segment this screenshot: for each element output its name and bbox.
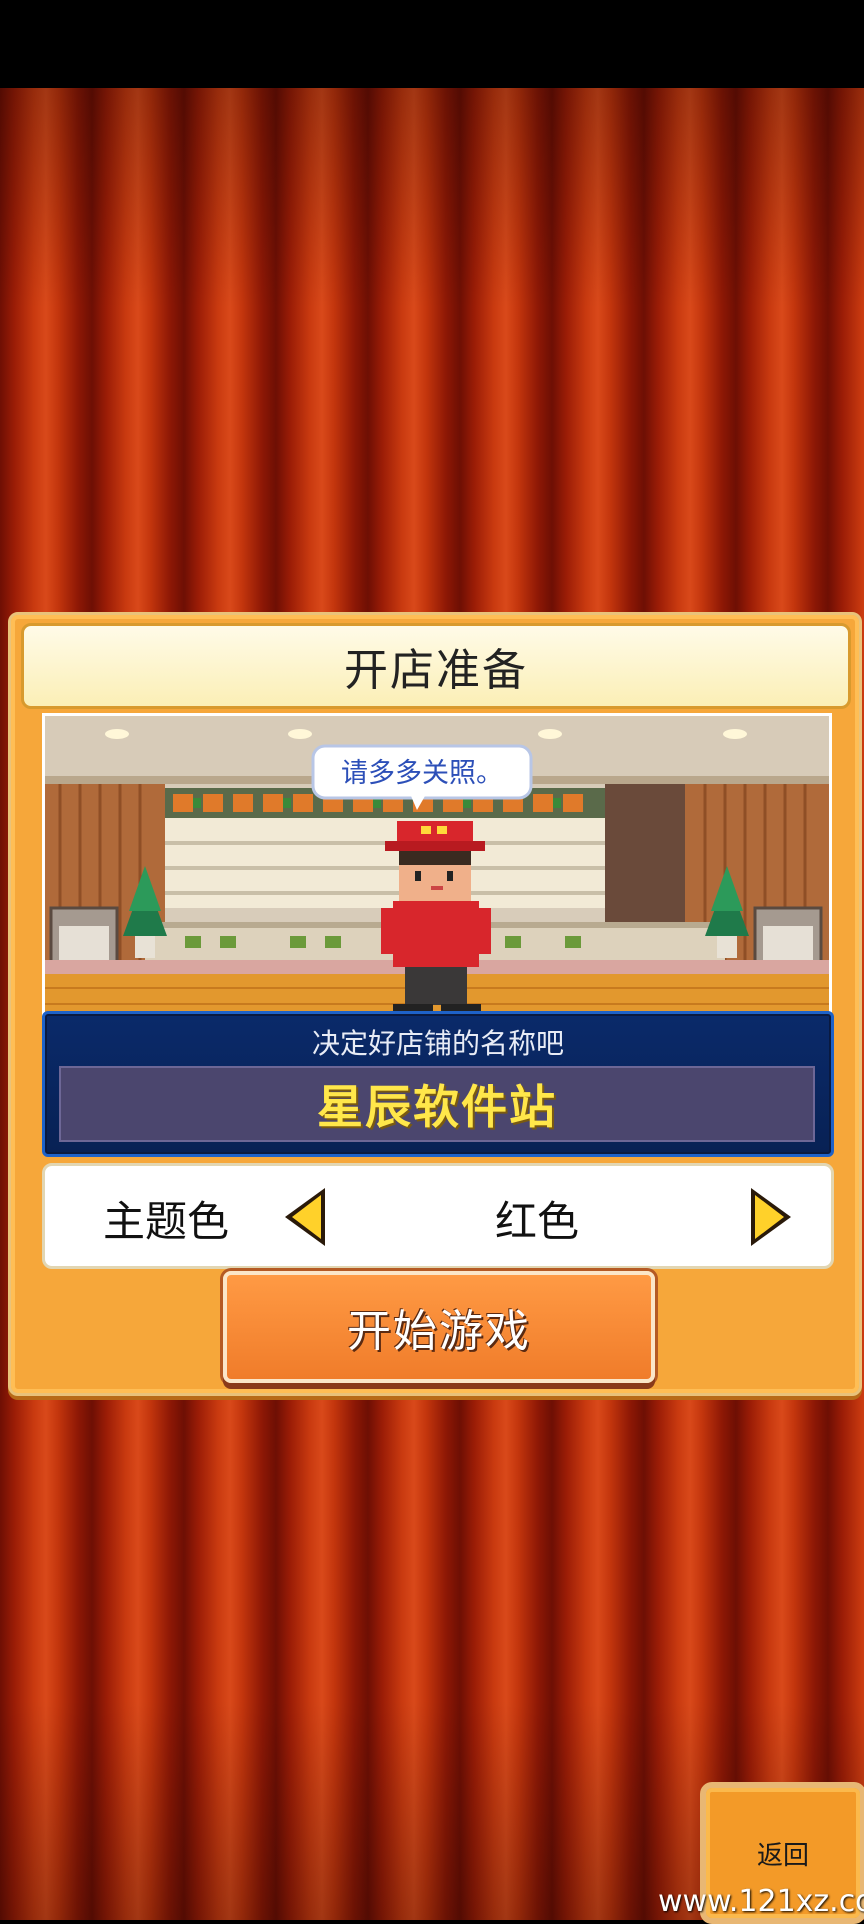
shop-preview-illustration: 请多多关照。 — [45, 716, 829, 1026]
theme-color-label: 主题色 — [103, 1197, 230, 1246]
dialog-title-bar: 开店准备 — [21, 623, 851, 709]
back-button-label: 返回 — [756, 1840, 809, 1871]
right-arrow-icon[interactable] — [745, 1184, 795, 1250]
start-game-label: 开始游戏 — [347, 1306, 531, 1357]
watermark: www.121xz.com — [658, 1884, 864, 1919]
name-prompt: 决定好店铺的名称吧 — [311, 1027, 564, 1060]
status-bar — [0, 0, 864, 88]
shop-name-field[interactable]: 星辰软件站 — [59, 1066, 815, 1142]
theme-color-selector: 主题色 红色 — [42, 1163, 834, 1269]
dialog-title: 开店准备 — [344, 645, 528, 696]
speech-bubble-text: 请多多关照。 — [341, 758, 503, 788]
theme-color-value: 红色 — [495, 1197, 580, 1246]
shop-name-value: 星辰软件站 — [317, 1080, 557, 1134]
start-game-button[interactable]: 开始游戏 — [223, 1271, 655, 1383]
shop-preview-scene: 请多多关照。 — [42, 713, 832, 1029]
shop-name-panel: 决定好店铺的名称吧 星辰软件站 — [42, 1011, 834, 1157]
shop-setup-dialog: 开店准备 请多多关照。 决定好店铺的名称吧 星辰软件站 主题色 红色 开始游戏 — [8, 612, 862, 1396]
left-arrow-icon[interactable] — [281, 1184, 331, 1250]
